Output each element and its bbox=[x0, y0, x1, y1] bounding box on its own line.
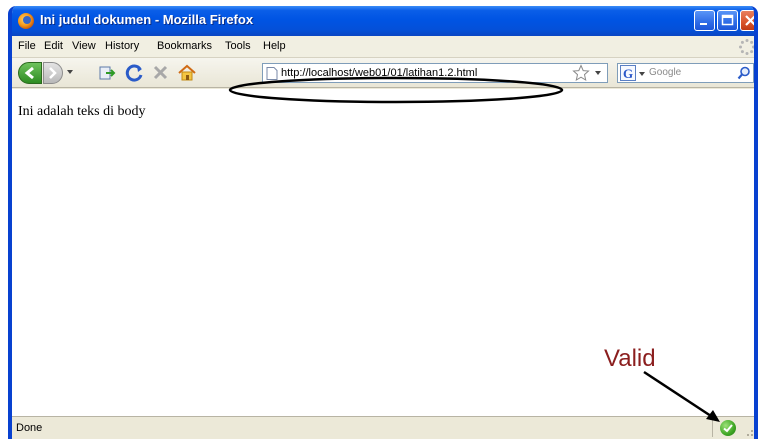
menu-help[interactable]: Help bbox=[263, 40, 286, 52]
close-button[interactable] bbox=[740, 10, 754, 31]
maximize-icon bbox=[721, 14, 734, 26]
search-engine-logo[interactable]: G bbox=[620, 65, 636, 81]
menu-tools[interactable]: Tools bbox=[225, 40, 251, 52]
minimize-button[interactable] bbox=[694, 10, 715, 31]
throbber-icon bbox=[739, 39, 754, 55]
page-go-icon[interactable] bbox=[96, 63, 118, 83]
back-button[interactable] bbox=[18, 62, 42, 84]
home-icon[interactable] bbox=[176, 63, 198, 83]
search-icon[interactable] bbox=[737, 66, 751, 80]
annotation-label: Valid bbox=[604, 345, 656, 372]
history-dropdown-icon[interactable] bbox=[67, 70, 73, 74]
menu-file[interactable]: File bbox=[18, 40, 36, 52]
stop-icon[interactable] bbox=[150, 63, 172, 83]
close-icon bbox=[745, 15, 754, 26]
minimize-icon bbox=[700, 23, 707, 25]
search-engine-dropdown-icon[interactable] bbox=[639, 72, 645, 76]
forward-button[interactable] bbox=[43, 62, 63, 84]
body-text: Ini adalah teks di body bbox=[18, 104, 146, 119]
menu-bar: File Edit View History Bookmarks Tools H… bbox=[12, 36, 754, 58]
window-title: Ini judul dokumen - Mozilla Firefox bbox=[40, 12, 254, 27]
menu-view[interactable]: View bbox=[72, 40, 96, 52]
back-icon bbox=[24, 66, 34, 80]
firefox-logo-icon bbox=[18, 13, 34, 29]
maximize-button[interactable] bbox=[717, 10, 738, 31]
url-dropdown-icon[interactable] bbox=[595, 71, 601, 75]
reload-icon[interactable] bbox=[124, 63, 146, 83]
search-bar[interactable]: G Google bbox=[617, 63, 754, 83]
menu-history[interactable]: History bbox=[105, 40, 139, 52]
bookmark-star-icon[interactable] bbox=[572, 64, 590, 82]
menu-bookmarks[interactable]: Bookmarks bbox=[157, 40, 212, 52]
search-input[interactable]: Google bbox=[649, 67, 681, 78]
annotation-ellipse bbox=[228, 76, 564, 104]
status-text: Done bbox=[16, 422, 43, 434]
title-bar: Ini judul dokumen - Mozilla Firefox bbox=[12, 6, 754, 36]
annotation-arrow bbox=[643, 370, 720, 422]
menu-edit[interactable]: Edit bbox=[44, 40, 63, 52]
resize-grip-icon[interactable] bbox=[746, 425, 758, 437]
forward-icon bbox=[49, 67, 57, 79]
